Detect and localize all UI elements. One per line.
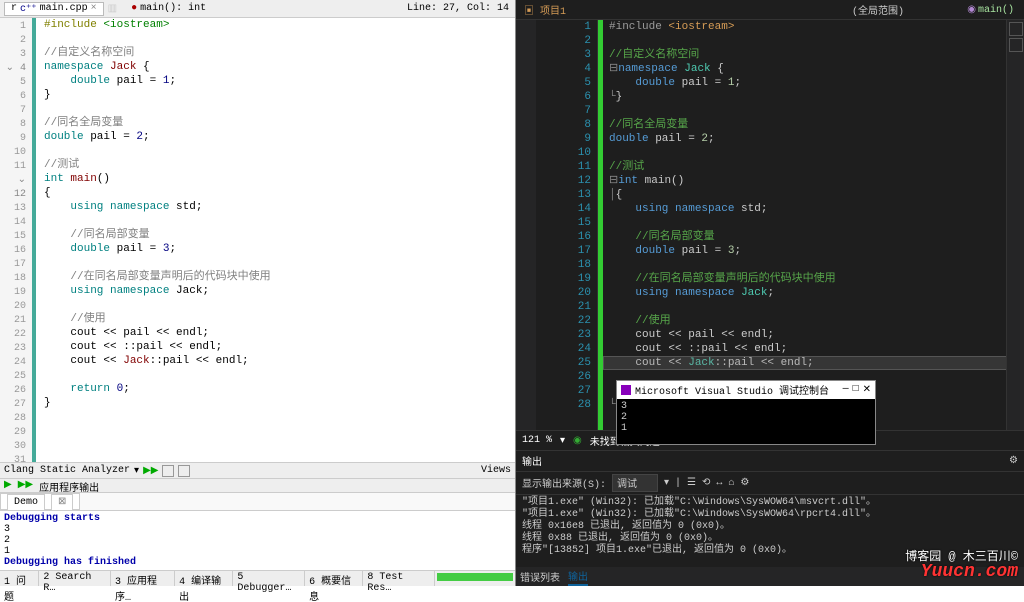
- console-line: 1: [621, 423, 871, 434]
- toolstrip-btn[interactable]: [1009, 38, 1023, 52]
- line-col-status: Line: 27, Col: 14: [407, 3, 515, 14]
- progress-bar: [437, 573, 513, 581]
- output-toolbar[interactable]: ▾ | ☰ ⟲ ↔ ⌂ ⚙: [664, 477, 749, 489]
- console-title-text: Microsoft Visual Studio 调试控制台: [635, 382, 829, 398]
- tab-error-list[interactable]: 错误列表: [520, 569, 560, 585]
- views-label[interactable]: Views: [481, 465, 511, 476]
- output-tabs: Demo ⊠: [0, 492, 515, 510]
- bottom-tab[interactable]: 2 Search R…: [39, 571, 111, 586]
- tab-filename: main.cpp: [40, 3, 88, 14]
- play-icon[interactable]: ▶: [4, 479, 12, 491]
- run-icon[interactable]: ▶▶: [143, 465, 158, 477]
- zoom-dropdown-icon[interactable]: ▾: [560, 435, 565, 447]
- bottom-tab[interactable]: 6 概要信息: [305, 571, 363, 586]
- bottom-tab[interactable]: 4 编译输出: [175, 571, 233, 586]
- console-body: 3 2 1: [617, 399, 875, 444]
- left-tabbar: r c⁺⁺ main.cpp × ▥ ● main(): int Line: 2…: [0, 0, 515, 18]
- output-line: Debugging has finished: [4, 557, 511, 568]
- close-icon[interactable]: ✕: [863, 384, 871, 396]
- left-code-content[interactable]: #include <iostream> //自定义名称空间 namespace …: [32, 18, 515, 462]
- bottom-tab[interactable]: 3 应用程序…: [111, 571, 175, 586]
- right-editor[interactable]: 1234567891011121314151617181920212223242…: [516, 20, 1024, 430]
- file-tab[interactable]: r c⁺⁺ main.cpp ×: [4, 2, 104, 16]
- function-selector[interactable]: ◉main(): [967, 4, 1014, 16]
- play-all-icon[interactable]: ▶▶: [18, 479, 33, 491]
- output-source-label: 显示输出来源(S):: [522, 475, 606, 491]
- tool-btn[interactable]: [178, 465, 190, 477]
- watermark-blog: 博客园 @ 木三百川©: [905, 547, 1018, 564]
- output-source-bar: 显示输出来源(S): 调试 ▾ | ☰ ⟲ ↔ ⌂ ⚙: [516, 472, 1024, 495]
- right-tool-strip: [1006, 20, 1024, 430]
- dropdown-icon[interactable]: ▾: [134, 465, 139, 477]
- right-code-content[interactable]: #include <iostream> //自定义名称空间 ⊟namespace…: [598, 20, 1024, 430]
- bottom-tab[interactable]: 5 Debugger…: [233, 571, 305, 586]
- no-issues-icon: ◉: [573, 435, 582, 447]
- analyzer-label[interactable]: Clang Static Analyzer: [4, 465, 130, 476]
- perm-badge: r: [11, 3, 17, 14]
- output-settings-icon[interactable]: ⚙: [1009, 455, 1018, 467]
- left-ide-pane: r c⁺⁺ main.cpp × ▥ ● main(): int Line: 2…: [0, 0, 516, 586]
- project-crumb[interactable]: ▣ 项目1: [516, 2, 574, 18]
- current-line-highlight: [603, 356, 1024, 370]
- function-signature: main(): int: [140, 3, 206, 14]
- right-margin-strip: [516, 20, 536, 430]
- bottom-tab[interactable]: 8 Test Res…: [363, 571, 435, 586]
- minimize-icon[interactable]: —: [843, 384, 849, 396]
- tab-output[interactable]: 输出: [568, 568, 588, 586]
- scope-selector[interactable]: (全局范围): [852, 2, 904, 18]
- close-icon[interactable]: ⊠: [51, 494, 73, 511]
- vs-icon: [621, 385, 631, 395]
- close-icon[interactable]: ×: [91, 3, 97, 14]
- tool-btn[interactable]: [162, 465, 174, 477]
- output-line: 2: [4, 535, 511, 546]
- zoom-level[interactable]: 121 %: [522, 435, 552, 446]
- output-header: 应用程序输出 ▶ ▶▶: [0, 478, 515, 492]
- function-icon: ●: [131, 3, 137, 14]
- right-ide-pane: ▣ 项目1 (全局范围) ◉main() 1234567891011121314…: [516, 0, 1024, 586]
- function-nav[interactable]: ● main(): int: [125, 3, 212, 14]
- output-tab-demo[interactable]: Demo ⊠: [0, 493, 80, 510]
- output-title: 输出: [522, 453, 542, 469]
- right-nav-bar: ▣ 项目1 (全局范围) ◉main(): [516, 0, 1024, 20]
- output-line: 3: [4, 524, 511, 535]
- bottom-tab-bar: 1 问题 2 Search R… 3 应用程序… 4 编译输出 5 Debugg…: [0, 570, 515, 586]
- analyzer-bar: Clang Static Analyzer ▾ ▶▶ Views: [0, 462, 515, 478]
- toolstrip-btn[interactable]: [1009, 22, 1023, 36]
- output-panel-header: 输出 ⚙: [516, 451, 1024, 472]
- output-body: Debugging starts 3 2 1 Debugging has fin…: [0, 510, 515, 570]
- output-line: Debugging starts: [4, 513, 511, 524]
- watermark-site: Yuucn.com: [921, 562, 1018, 582]
- cpp-file-icon: c⁺⁺: [20, 3, 37, 15]
- console-line: 2: [621, 412, 871, 423]
- left-editor[interactable]: 123⌄ 4567891011⌄ 12131415161718192021222…: [0, 18, 515, 462]
- debug-console-window[interactable]: Microsoft Visual Studio 调试控制台 — □ ✕ 3 2 …: [616, 380, 876, 445]
- output-line: 1: [4, 546, 511, 557]
- console-titlebar[interactable]: Microsoft Visual Studio 调试控制台 — □ ✕: [617, 381, 875, 399]
- left-line-gutter: 123⌄ 4567891011⌄ 12131415161718192021222…: [0, 18, 32, 462]
- tab-splitter: ▥: [104, 3, 121, 15]
- right-line-gutter: 1234567891011121314151617181920212223242…: [556, 20, 598, 430]
- output-source-select[interactable]: 调试: [612, 474, 658, 492]
- method-icon: ◉: [967, 5, 976, 16]
- console-line: 3: [621, 401, 871, 412]
- bottom-tab[interactable]: 1 问题: [0, 571, 39, 586]
- maximize-icon[interactable]: □: [853, 384, 859, 396]
